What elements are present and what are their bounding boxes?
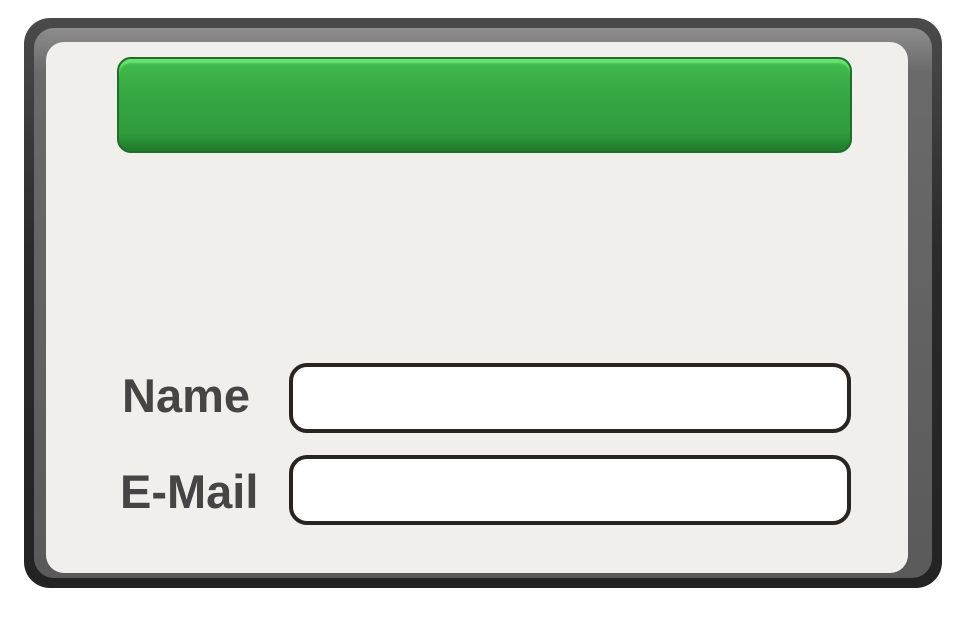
email-input[interactable] xyxy=(289,455,851,525)
form-screen: Name E-Mail xyxy=(0,0,960,640)
name-label: Name xyxy=(122,369,251,422)
form-title-bar xyxy=(117,57,852,153)
name-input[interactable] xyxy=(289,363,851,433)
email-label: E-Mail xyxy=(120,465,259,518)
